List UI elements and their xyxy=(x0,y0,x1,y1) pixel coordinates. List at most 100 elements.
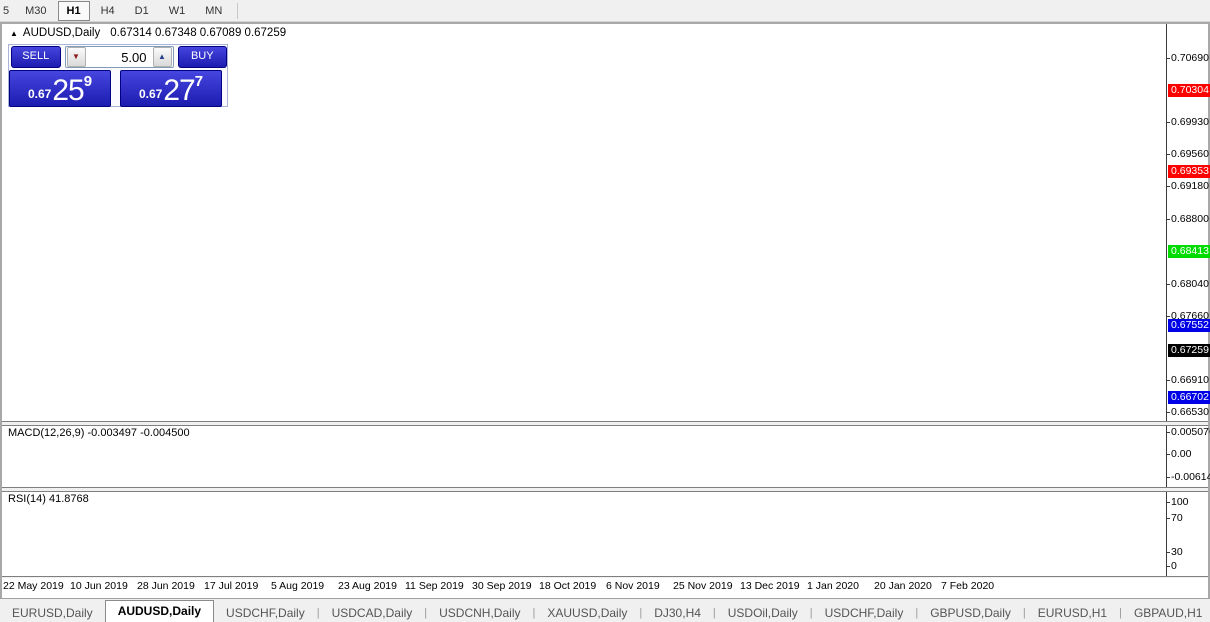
price-tick-label: 0.69930 xyxy=(1171,116,1209,129)
date-label: 22 May 2019 xyxy=(3,580,64,592)
date-label: 20 Jan 2020 xyxy=(874,580,932,592)
macd-axis-label: 0.00 xyxy=(1171,448,1192,460)
rsi-axis-label: 100 xyxy=(1171,496,1189,508)
date-label: 1 Jan 2020 xyxy=(807,580,859,592)
price-tick-label: 0.69560 xyxy=(1171,147,1209,160)
macd-axis-label: -0.006148 xyxy=(1171,471,1210,483)
rsi-axis-label: 70 xyxy=(1171,512,1183,524)
chart-tab-usdchf-daily[interactable]: USDCHF,Daily xyxy=(813,603,916,622)
date-label: 6 Nov 2019 xyxy=(606,580,660,592)
price-tick-mark xyxy=(1166,186,1170,188)
price-tick-label: 0.69180 xyxy=(1171,180,1209,193)
toolbar-separator xyxy=(237,2,239,19)
date-label: 11 Sep 2019 xyxy=(405,580,464,592)
rsi-tick-mark xyxy=(1166,502,1170,503)
price-tick-label: 0.68800 xyxy=(1171,212,1209,225)
date-label: 18 Oct 2019 xyxy=(539,580,597,592)
timeframe-button-w1[interactable]: W1 xyxy=(160,1,195,21)
timeframe-button-5[interactable]: 5 xyxy=(0,1,14,21)
timeframe-button-h1[interactable]: H1 xyxy=(57,0,90,21)
date-label: 10 Jun 2019 xyxy=(70,580,128,592)
rsi-axis-label: 0 xyxy=(1171,560,1177,572)
price-tick-mark xyxy=(1166,57,1170,59)
chart-tab-usdoil-daily[interactable]: USDOil,Daily xyxy=(716,603,810,622)
rsi-tick-mark xyxy=(1166,566,1170,567)
price-tick-label: 0.66530 xyxy=(1171,406,1209,419)
date-label: 17 Jul 2019 xyxy=(204,580,259,592)
price-tick-mark xyxy=(1166,316,1170,318)
chart-window xyxy=(0,22,1210,599)
volume-spinner: ▼ 5.00 ▲ xyxy=(64,46,174,68)
price-tick-label: 0.66910 xyxy=(1171,374,1209,387)
price-tick-mark xyxy=(1166,283,1170,285)
macd-tick-mark xyxy=(1166,477,1170,478)
line-price-label: 0.66702 xyxy=(1168,391,1210,405)
date-label: 13 Dec 2019 xyxy=(740,580,800,592)
chart-tab-gbpaud-h1[interactable]: GBPAUD,H1 xyxy=(1122,603,1210,622)
date-label: 23 Aug 2019 xyxy=(338,580,397,592)
sell-button[interactable]: SELL xyxy=(11,46,61,68)
price-tick-mark xyxy=(1166,218,1170,220)
time-axis-divider xyxy=(2,576,1208,578)
price-tick-mark xyxy=(1166,153,1170,155)
chart-tab-audusd-daily[interactable]: AUDUSD,Daily xyxy=(104,600,215,622)
price-tick-mark xyxy=(1166,412,1170,414)
date-label: 5 Aug 2019 xyxy=(271,580,325,592)
timeframe-toolbar: 5 M30 H1 H4 D1 W1 MN xyxy=(0,0,1210,22)
volume-increase-icon[interactable]: ▲ xyxy=(152,47,172,67)
sell-price-button[interactable]: 0.67 25 9 xyxy=(9,70,111,107)
sell-price-big: 25 xyxy=(52,74,84,107)
chart-title: AUDUSD,Daily xyxy=(22,27,101,39)
rsi-tick-mark xyxy=(1166,552,1170,553)
price-tick-label: 0.70690 xyxy=(1171,51,1209,64)
rsi-indicator-label: RSI(14) 41.8768 xyxy=(8,493,89,505)
macd-tick-mark xyxy=(1166,454,1170,455)
chart-tab-dj30-h4[interactable]: DJ30,H4 xyxy=(642,603,713,622)
current-price-label: 0.67259 xyxy=(1168,343,1210,357)
chart-tab-gbpusd-daily[interactable]: GBPUSD,Daily xyxy=(918,603,1023,622)
buy-button[interactable]: BUY xyxy=(177,46,227,68)
sell-price-pip: 9 xyxy=(83,73,93,90)
rsi-panel-divider[interactable] xyxy=(2,487,1208,492)
rsi-axis-label: 30 xyxy=(1171,546,1183,558)
buy-price-pip: 7 xyxy=(194,73,204,90)
ohlc-values: 0.67314 0.67348 0.67089 0.67259 xyxy=(110,27,287,39)
price-tick-mark xyxy=(1166,122,1170,124)
buy-price-big: 27 xyxy=(163,74,195,107)
timeframe-button-d1[interactable]: D1 xyxy=(126,1,158,21)
macd-panel-divider[interactable] xyxy=(2,421,1208,426)
chart-tab-usdchf-daily[interactable]: USDCHF,Daily xyxy=(214,603,317,622)
date-label: 25 Nov 2019 xyxy=(673,580,733,592)
line-price-label: 0.68413 xyxy=(1168,245,1210,259)
chart-tab-usdcnh-daily[interactable]: USDCNH,Daily xyxy=(427,603,532,622)
macd-tick-mark xyxy=(1166,432,1170,433)
date-label: 7 Feb 2020 xyxy=(941,580,995,592)
buy-price-button[interactable]: 0.67 27 7 xyxy=(120,70,222,107)
macd-axis-label: 0.005076 xyxy=(1171,426,1210,438)
date-label: 30 Sep 2019 xyxy=(472,580,532,592)
rsi-tick-mark xyxy=(1166,518,1170,519)
volume-decrease-icon[interactable]: ▼ xyxy=(66,47,86,67)
line-price-label: 0.67552 xyxy=(1168,318,1210,332)
sell-price-prefix: 0.67 xyxy=(27,87,52,101)
price-axis-separator xyxy=(1166,24,1167,577)
chart-tab-usdcad-daily[interactable]: USDCAD,Daily xyxy=(320,603,425,622)
date-label: 28 Jun 2019 xyxy=(137,580,195,592)
price-tick-label: 0.68040 xyxy=(1171,277,1209,290)
timeframe-button-m30[interactable]: M30 xyxy=(16,1,55,21)
chart-tab-eurusd-h1[interactable]: EURUSD,H1 xyxy=(1026,603,1119,622)
one-click-trading-panel: SELL ▼ 5.00 ▲ BUY 0.67 25 9 0.67 27 7 xyxy=(8,44,228,107)
collapse-arrow-icon[interactable]: ▲ xyxy=(10,29,18,38)
buy-price-prefix: 0.67 xyxy=(138,87,163,101)
timeframe-button-h4[interactable]: H4 xyxy=(92,1,124,21)
chart-tab-xauusd-daily[interactable]: XAUUSD,Daily xyxy=(535,603,639,622)
chart-header: ▲ AUDUSD,Daily 0.67314 0.67348 0.67089 0.6… xyxy=(10,27,286,39)
volume-input[interactable]: 5.00 xyxy=(87,50,152,65)
chart-tab-bar: EURUSD,Daily AUDUSD,Daily USDCHF,Daily | USD… xyxy=(0,598,1210,622)
timeframe-button-mn[interactable]: MN xyxy=(196,1,231,21)
chart-tab-eurusd-daily[interactable]: EURUSD,Daily xyxy=(0,603,105,622)
line-price-label: 0.70304 xyxy=(1168,83,1210,97)
macd-indicator-label: MACD(12,26,9) -0.003497 -0.004500 xyxy=(8,427,190,439)
price-tick-mark xyxy=(1166,380,1170,382)
line-price-label: 0.69353 xyxy=(1168,165,1210,179)
